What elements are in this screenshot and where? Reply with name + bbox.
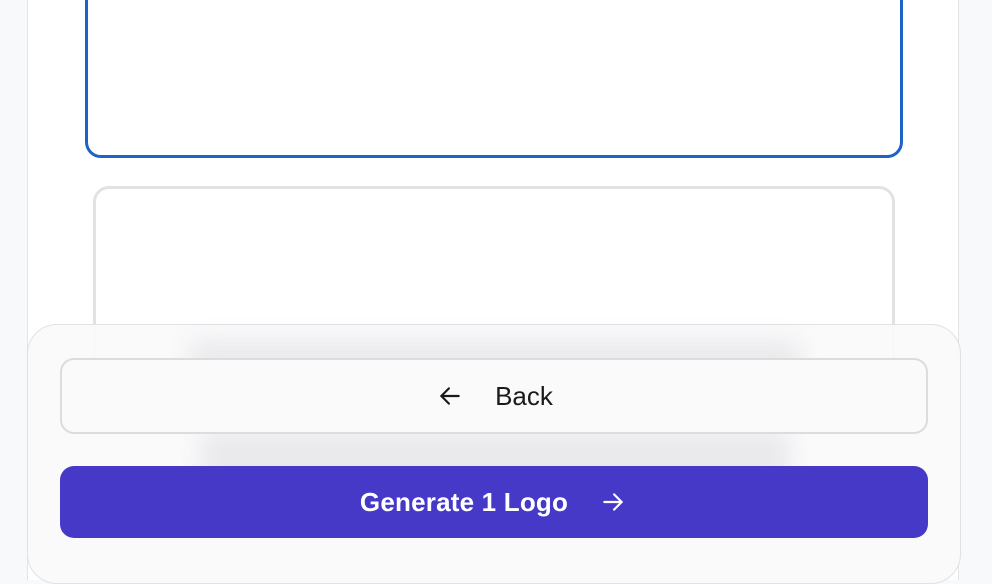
back-button-label: Back (495, 380, 553, 411)
arrow-left-icon (435, 381, 465, 411)
arrow-right-icon (598, 487, 628, 517)
back-button[interactable]: Back (60, 358, 928, 434)
generate-button-label: Generate 1 Logo (359, 486, 569, 517)
logo-option-card-selected[interactable] (85, 0, 903, 158)
generate-logo-button[interactable]: Generate 1 Logo (60, 466, 928, 538)
